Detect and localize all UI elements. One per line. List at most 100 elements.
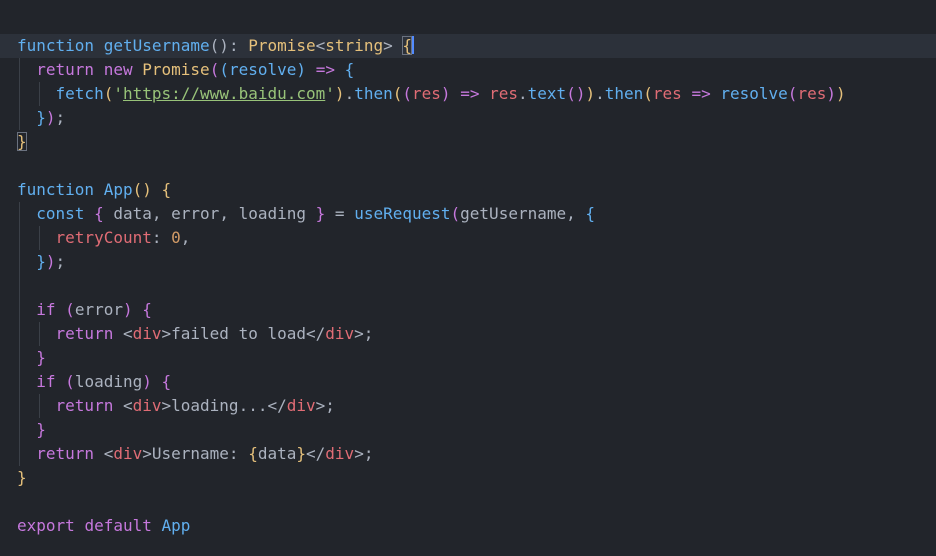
code-token: error bbox=[74, 300, 123, 319]
code-token: >failed to load</ bbox=[161, 324, 326, 343]
code-line[interactable]: return <div>loading...</div>; bbox=[0, 394, 936, 418]
code-token: ( bbox=[643, 84, 653, 103]
indent-guide bbox=[39, 394, 40, 418]
code-line[interactable]: return <div>failed to load</div>; bbox=[0, 322, 936, 346]
indent-guide bbox=[19, 418, 20, 442]
code-line[interactable]: function App() { bbox=[0, 178, 936, 202]
indent-guide bbox=[19, 226, 20, 250]
code-line[interactable]: return new Promise((resolve) => { bbox=[0, 58, 936, 82]
code-token: { bbox=[248, 444, 258, 463]
code-token: >Username: bbox=[142, 444, 249, 463]
code-token: ) bbox=[440, 84, 451, 103]
code-token: ( bbox=[392, 84, 403, 103]
code-token: } bbox=[36, 108, 46, 127]
code-token: retryCount bbox=[55, 228, 152, 247]
code-line[interactable]: }); bbox=[0, 250, 936, 274]
code-token: > bbox=[383, 36, 403, 55]
code-token: function bbox=[17, 36, 95, 55]
code-token: res bbox=[412, 84, 441, 103]
code-token: string bbox=[325, 36, 384, 55]
code-line[interactable]: } bbox=[0, 418, 936, 442]
code-token: ' bbox=[325, 84, 335, 103]
indent-guide bbox=[39, 82, 40, 106]
code-line[interactable]: retryCount: 0, bbox=[0, 226, 936, 250]
code-token: } bbox=[17, 468, 27, 487]
code-token: () bbox=[132, 180, 152, 199]
code-token: 0 bbox=[171, 228, 181, 247]
code-token: } bbox=[296, 444, 307, 463]
code-line[interactable]: } bbox=[0, 130, 936, 154]
code-line[interactable] bbox=[0, 274, 936, 298]
code-token: => bbox=[460, 84, 480, 103]
code-line[interactable]: fetch('https://www.baidu.com').then((res… bbox=[0, 82, 936, 106]
code-token: { bbox=[161, 180, 172, 199]
code-token: } bbox=[17, 132, 27, 151]
code-token: ) bbox=[585, 84, 596, 103]
code-token: if bbox=[36, 372, 56, 391]
code-token: res bbox=[489, 84, 519, 103]
code-editor[interactable]: function getUsername(): Promise<string> … bbox=[0, 34, 936, 538]
code-token: getUsername, bbox=[460, 204, 586, 223]
code-token: < bbox=[113, 396, 133, 415]
code-token: => bbox=[315, 60, 335, 79]
code-token: ) bbox=[835, 84, 846, 103]
code-token: ( bbox=[450, 204, 461, 223]
code-line[interactable]: } bbox=[0, 346, 936, 370]
code-line[interactable] bbox=[0, 490, 936, 514]
code-token: div bbox=[325, 444, 355, 463]
code-token: return bbox=[55, 324, 114, 343]
code-token: loading bbox=[74, 372, 143, 391]
indent-guide bbox=[39, 226, 40, 250]
indent-guide bbox=[19, 298, 20, 322]
code-line[interactable]: return <div>Username: {data}</div>; bbox=[0, 442, 936, 466]
indent-guide bbox=[19, 82, 20, 106]
code-token: { bbox=[585, 204, 596, 223]
code-line[interactable]: const { data, error, loading } = useRequ… bbox=[0, 202, 936, 226]
indent-guide bbox=[19, 370, 20, 394]
code-token: ) bbox=[334, 84, 345, 103]
code-line[interactable]: if (loading) { bbox=[0, 370, 936, 394]
code-token: Promise bbox=[142, 60, 210, 79]
code-token: (): bbox=[209, 36, 249, 55]
code-token: . bbox=[595, 84, 605, 103]
code-token: } bbox=[36, 420, 46, 439]
code-line[interactable]: if (error) { bbox=[0, 298, 936, 322]
code-line[interactable]: }); bbox=[0, 106, 936, 130]
text-cursor bbox=[411, 36, 414, 54]
code-token: resolve bbox=[720, 84, 788, 103]
code-token: . bbox=[518, 84, 528, 103]
code-line[interactable]: function getUsername(): Promise<string> … bbox=[0, 34, 936, 58]
code-token: ( bbox=[65, 372, 75, 391]
code-token: { bbox=[94, 204, 104, 223]
code-token: div bbox=[286, 396, 316, 415]
code-token: fetch bbox=[55, 84, 104, 103]
indent-guide bbox=[19, 394, 20, 418]
code-token: >; bbox=[354, 444, 374, 463]
code-token: { bbox=[344, 60, 355, 79]
code-token: ( bbox=[219, 60, 229, 79]
code-line[interactable]: export default App bbox=[0, 514, 936, 538]
code-token: } bbox=[36, 348, 46, 367]
code-line[interactable] bbox=[0, 154, 936, 178]
code-line[interactable]: } bbox=[0, 466, 936, 490]
code-token: } bbox=[315, 204, 326, 223]
code-token: div bbox=[325, 324, 355, 343]
code-token: App bbox=[103, 180, 133, 199]
code-token: then bbox=[604, 84, 644, 103]
code-token: div bbox=[113, 444, 143, 463]
code-token: </ bbox=[306, 444, 326, 463]
code-token: ) bbox=[142, 372, 152, 391]
code-token: ; bbox=[55, 252, 66, 271]
